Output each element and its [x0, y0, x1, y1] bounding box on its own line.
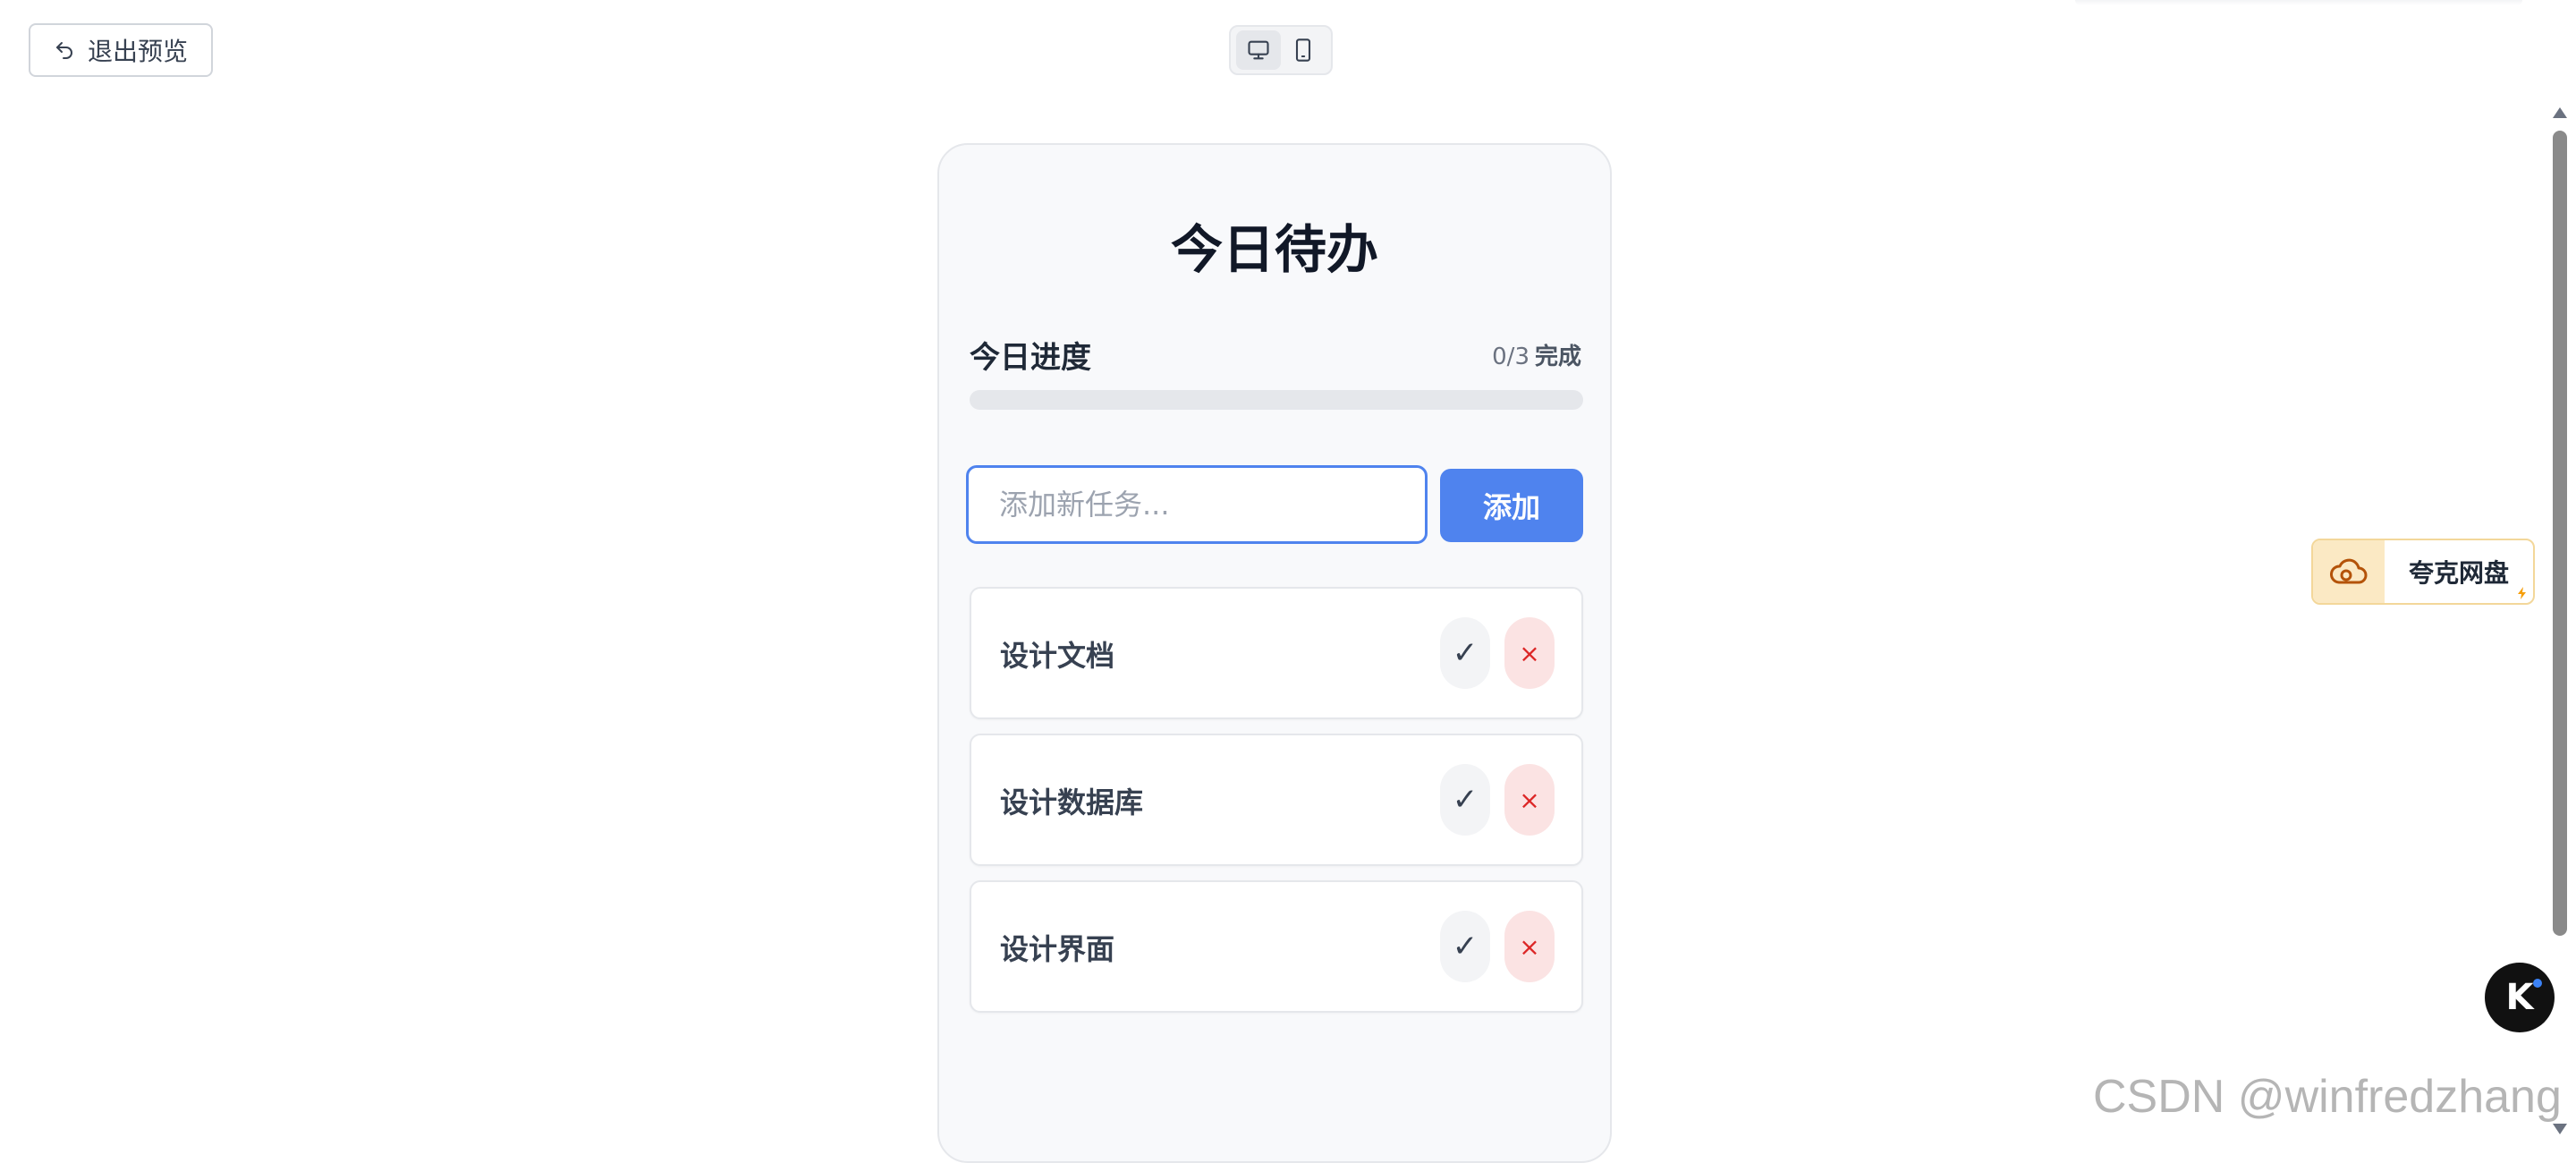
task-text: 设计文档	[1000, 639, 1115, 673]
progress-done-word: 完成	[1534, 344, 1581, 370]
new-task-input[interactable]	[966, 465, 1428, 544]
task-item: 设计文档 ✓ ×	[970, 587, 1583, 719]
phone-icon	[1295, 38, 1311, 62]
scrollbar-thumb[interactable]	[2553, 131, 2567, 936]
quark-icon-box	[2313, 540, 2385, 603]
quark-drive-label: 夸克网盘	[2408, 558, 2509, 588]
progress-count: 0/3 完成	[1492, 338, 1581, 371]
scroll-up-arrow-icon[interactable]	[2553, 107, 2567, 118]
exit-preview-button[interactable]: 退出预览	[29, 23, 213, 77]
task-list: 设计文档 ✓ × 设计数据库 ✓ × 设计界面 ✓ ×	[970, 587, 1583, 1027]
desktop-mode-button[interactable]	[1236, 30, 1281, 70]
top-shadow-decoration	[2075, 0, 2522, 5]
delete-task-button[interactable]: ×	[1504, 911, 1555, 982]
monitor-icon	[1248, 40, 1269, 60]
progress-bar	[970, 390, 1583, 410]
mobile-preview-frame: 今日待办 今日进度 0/3完成 添加 设计文档 ✓ × 设计数据库 ✓ × 设计…	[937, 143, 1612, 1163]
complete-task-button[interactable]: ✓	[1440, 911, 1490, 982]
progress-count-value: 0/3	[1492, 344, 1530, 370]
scroll-down-arrow-icon[interactable]	[2553, 1124, 2567, 1134]
delete-task-button[interactable]: ×	[1504, 764, 1555, 836]
progress-label: 今日进度	[970, 340, 1091, 376]
watermark: CSDN @winfredzhang	[2093, 1071, 2562, 1123]
task-item: 设计界面 ✓ ×	[970, 880, 1583, 1013]
bolt-icon	[2518, 587, 2526, 599]
cloud-icon	[2330, 558, 2368, 584]
task-item: 设计数据库 ✓ ×	[970, 734, 1583, 866]
exit-preview-label: 退出预览	[87, 37, 188, 66]
device-toggle	[1229, 25, 1333, 75]
quark-drive-widget[interactable]: 夸克网盘	[2311, 539, 2535, 605]
k-assistant-label: K	[2505, 977, 2534, 1018]
complete-task-button[interactable]: ✓	[1440, 764, 1490, 836]
k-status-dot	[2533, 979, 2542, 988]
k-assistant-button[interactable]: K	[2485, 963, 2555, 1032]
page-title: 今日待办	[1170, 219, 1378, 280]
task-text: 设计界面	[1000, 932, 1115, 966]
complete-task-button[interactable]: ✓	[1440, 617, 1490, 689]
task-text: 设计数据库	[1000, 785, 1144, 819]
delete-task-button[interactable]: ×	[1504, 617, 1555, 689]
mobile-mode-button[interactable]	[1281, 30, 1326, 70]
add-task-button[interactable]: 添加	[1440, 469, 1583, 542]
undo-arrow-icon	[55, 42, 72, 59]
